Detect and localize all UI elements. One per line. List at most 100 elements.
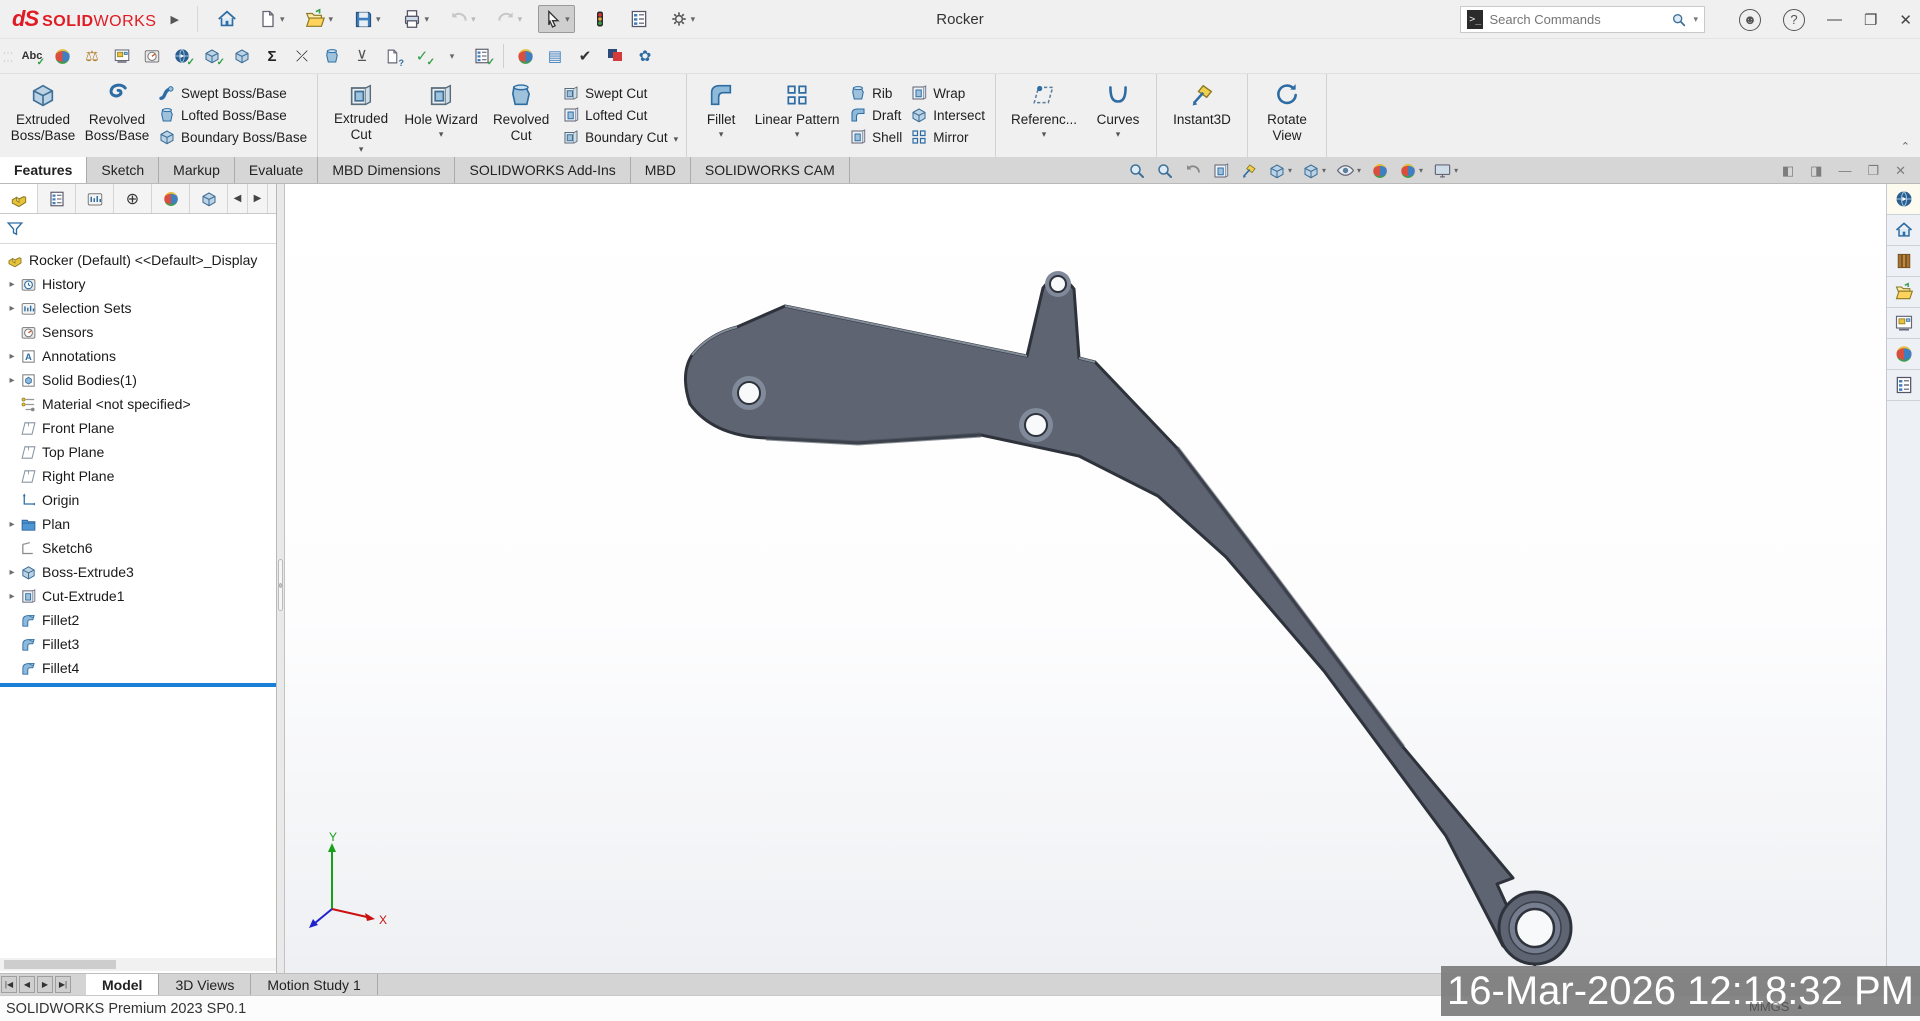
pane-left-icon[interactable]: ◧ [1782, 163, 1794, 179]
evaluate-dropdown-icon[interactable]: ▾ [439, 44, 465, 68]
design-insight-icon[interactable] [49, 44, 75, 68]
tab-scroll-left-icon[interactable]: ◀ [228, 184, 248, 213]
section-pattern-icon[interactable]: ▤ [542, 44, 568, 68]
thickness-analysis-icon[interactable] [229, 44, 255, 68]
undo-button[interactable]: ▾ [445, 6, 480, 32]
expand-arrow-icon[interactable]: ▸ [4, 279, 20, 290]
compare-documents-icon[interactable]: ? [379, 44, 405, 68]
reference-geometry-button[interactable]: Referenc... ▾ [1002, 76, 1086, 155]
reference-geometry-flyout-icon[interactable]: ▾ [1042, 129, 1047, 140]
tab-solidworks-add-ins[interactable]: SOLIDWORKS Add-Ins [455, 157, 630, 183]
pane-right-icon[interactable]: ◨ [1810, 163, 1822, 179]
file-explorer-icon[interactable] [1887, 277, 1920, 308]
extruded-cut-button[interactable]: Extruded Cut ▾ [324, 76, 398, 155]
tab-next-icon[interactable]: ▶ [37, 976, 53, 993]
tab-markup[interactable]: Markup [159, 157, 235, 183]
tab-3d-views[interactable]: 3D Views [159, 974, 251, 995]
statistics-icon[interactable]: Σ [259, 44, 285, 68]
revolved-boss-base-button[interactable]: Revolved Boss/Base [80, 76, 154, 155]
expand-arrow-icon[interactable]: ▸ [4, 519, 20, 530]
realview-icon[interactable] [512, 44, 538, 68]
logo-flyout-arrow-icon[interactable]: ▶ [170, 13, 178, 26]
edit-appearance-icon[interactable] [1371, 162, 1389, 180]
linear-pattern-flyout-icon[interactable]: ▾ [795, 129, 800, 140]
new-document-button[interactable]: ▾ [254, 6, 289, 32]
boundary-boss-base-button[interactable]: Boundary Boss/Base [154, 126, 311, 148]
markup-icon[interactable] [109, 44, 135, 68]
tab-scroll-right-icon[interactable]: ▶ [248, 184, 268, 213]
cam-manager-tab[interactable] [190, 184, 228, 213]
home-icon[interactable] [1887, 215, 1920, 246]
hide-show-items-icon[interactable]: ▾ [1336, 161, 1361, 180]
view-palette-icon[interactable] [1887, 308, 1920, 339]
tab-evaluate[interactable]: Evaluate [235, 157, 318, 183]
measure-icon[interactable]: ⚖ [79, 44, 105, 68]
save-button[interactable]: ▾ [349, 6, 385, 33]
zoom-to-fit-icon[interactable] [1128, 162, 1146, 180]
tree-item-annotations[interactable]: ▸Annotations [0, 344, 276, 368]
view-settings-icon[interactable]: ▾ [1433, 161, 1458, 180]
fillet-button[interactable]: Fillet ▾ [693, 76, 749, 155]
home-button[interactable] [212, 5, 242, 33]
fillet-flyout-icon[interactable]: ▾ [719, 129, 724, 140]
undercut-analysis-icon[interactable]: ⊻ [349, 44, 375, 68]
help-icon[interactable]: ? [1783, 9, 1805, 31]
dimxpert-manager-tab[interactable]: ⊕ [114, 184, 152, 213]
tab-mbd[interactable]: MBD [631, 157, 691, 183]
doc-restore-icon[interactable]: ❐ [1867, 163, 1879, 179]
expand-arrow-icon[interactable]: ▸ [4, 591, 20, 602]
tab-features[interactable]: Features [0, 157, 87, 183]
graphics-viewport[interactable]: Y X [285, 184, 1886, 973]
tree-item-front-plane[interactable]: Front Plane [0, 416, 276, 440]
previous-view-icon[interactable] [1184, 162, 1202, 180]
linear-pattern-button[interactable]: Linear Pattern ▾ [749, 76, 845, 155]
property-manager-tab[interactable] [38, 184, 76, 213]
tab-solidworks-cam[interactable]: SOLIDWORKS CAM [691, 157, 850, 183]
redo-button[interactable]: ▾ [492, 6, 527, 32]
expand-arrow-icon[interactable]: ▸ [4, 375, 20, 386]
doc-minimize-icon[interactable]: — [1838, 163, 1851, 178]
curves-button[interactable]: Curves ▾ [1086, 76, 1150, 155]
lofted-boss-base-button[interactable]: Lofted Boss/Base [154, 104, 311, 126]
draft-button[interactable]: Draft [845, 104, 906, 126]
expand-arrow-icon[interactable]: ▸ [4, 303, 20, 314]
search-dropdown-icon[interactable]: ▾ [1693, 14, 1698, 25]
tab-motion-study-1[interactable]: Motion Study 1 [251, 974, 377, 995]
curves-flyout-icon[interactable]: ▾ [1116, 129, 1121, 140]
tab-mbd-dimensions[interactable]: MBD Dimensions [318, 157, 455, 183]
mirror-button[interactable]: Mirror [906, 126, 989, 148]
tree-item-origin[interactable]: Origin [0, 488, 276, 512]
close-icon[interactable]: ✕ [1899, 11, 1912, 29]
3d-content-icon[interactable] [1887, 184, 1920, 215]
file-properties-button[interactable] [625, 6, 653, 32]
featuremanager-design-tree-tab[interactable] [0, 184, 38, 213]
compare-blocks-icon[interactable] [602, 44, 628, 68]
tree-item-sensors[interactable]: Sensors [0, 320, 276, 344]
sensor-check-icon[interactable]: ✓ [169, 44, 195, 68]
search-commands-box[interactable]: >_ ▾ [1460, 6, 1705, 33]
tree-item-right-plane[interactable]: Right Plane [0, 464, 276, 488]
minimize-icon[interactable]: — [1827, 11, 1842, 28]
units-indicator[interactable]: MMGS▴ [1749, 999, 1802, 1014]
draft-analysis-icon[interactable] [319, 44, 345, 68]
tab-prev-icon[interactable]: ◀ [19, 976, 35, 993]
tree-item-cut-extrude1[interactable]: ▸Cut-Extrude1 [0, 584, 276, 608]
geometry-check-icon[interactable]: ✓ [199, 44, 225, 68]
tree-root[interactable]: Rocker (Default) <<Default>_Display [0, 248, 276, 272]
user-account-icon[interactable]: ☻ [1739, 9, 1761, 31]
deviation-analysis-icon[interactable]: ⤫ [289, 44, 315, 68]
lofted-cut-button[interactable]: Lofted Cut [558, 104, 672, 126]
tree-item-sketch6[interactable]: Sketch6 [0, 536, 276, 560]
swept-boss-base-button[interactable]: Swept Boss/Base [154, 82, 311, 104]
bom-table-icon[interactable]: ✓ [469, 44, 495, 68]
restore-icon[interactable]: ❐ [1864, 11, 1877, 29]
design-checker-icon[interactable]: ✓✓ [409, 44, 435, 68]
configuration-manager-tab[interactable] [76, 184, 114, 213]
tree-item-fillet4[interactable]: Fillet4 [0, 656, 276, 680]
display-manager-tab[interactable] [152, 184, 190, 213]
scrollbar-thumb[interactable] [4, 960, 116, 969]
rib-button[interactable]: Rib [845, 82, 906, 104]
search-input[interactable] [1489, 12, 1665, 27]
tree-item-selection-sets[interactable]: ▸Selection Sets [0, 296, 276, 320]
open-button[interactable]: ▾ [300, 5, 337, 33]
